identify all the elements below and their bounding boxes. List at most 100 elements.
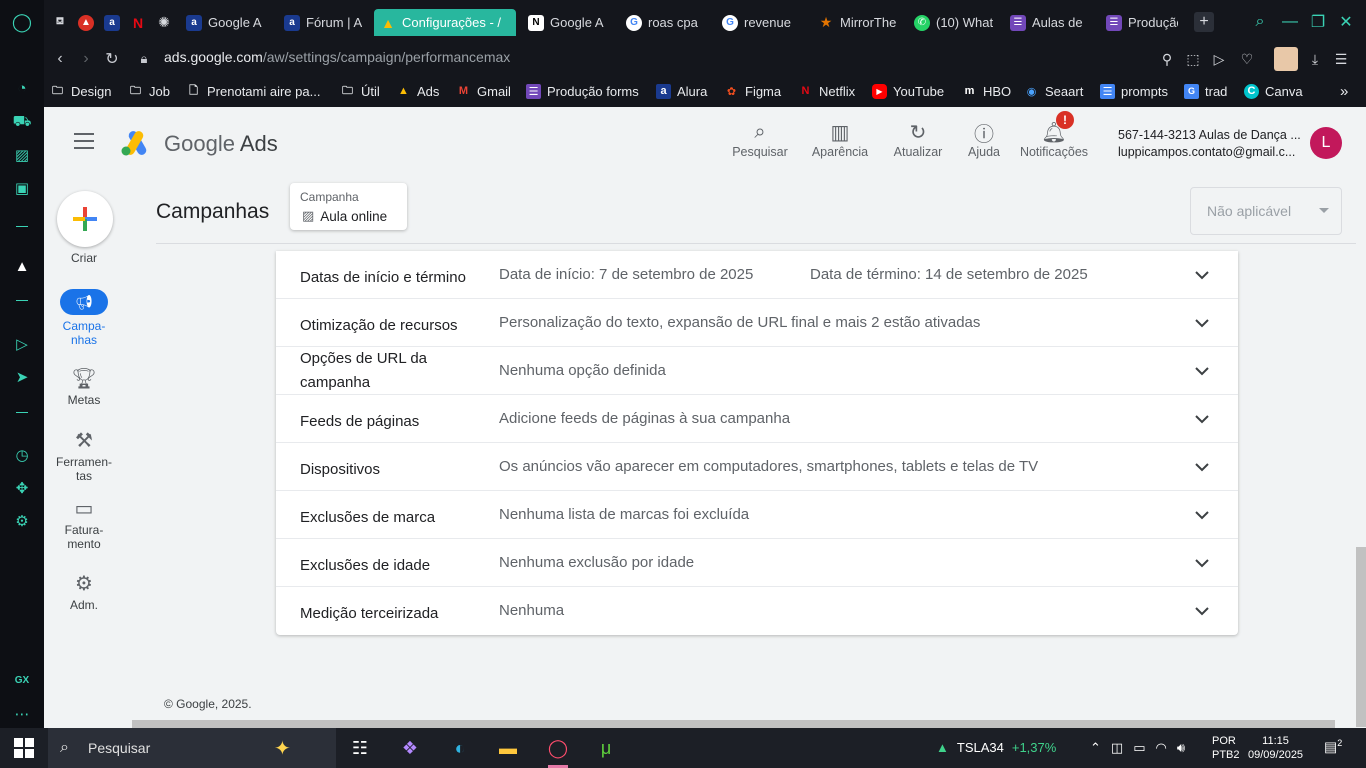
tab-google-ads-alura[interactable]: a Google A [180, 9, 272, 36]
easy-setup-icon[interactable]: ☰ [1332, 50, 1350, 68]
bookmark-producao-forms[interactable]: ☰ Produção forms [526, 81, 639, 101]
keyboard-language[interactable]: POR PTB2 [1212, 734, 1240, 762]
gx-corner-icon[interactable]: ▨ [12, 145, 32, 165]
wifi-icon[interactable]: ◠ [1156, 740, 1167, 756]
bookmark-prenotami[interactable]: 🗋︎ Prenotami aire pa... [186, 81, 320, 101]
tab-app[interactable]: ▲ [72, 9, 100, 36]
bookmarks-overflow-icon[interactable]: » [1340, 81, 1348, 101]
tab-configuracoes[interactable]: ▲ Configurações - / [374, 9, 516, 36]
search-tabs-icon[interactable]: ⌕ [1250, 12, 1270, 32]
tray-chevron-icon[interactable]: ⌃ [1090, 740, 1101, 756]
opera-gx-taskbar-icon[interactable]: ◯ [544, 734, 572, 768]
setting-row-third-party-measurement[interactable]: Medição terceirizada Nenhuma [276, 587, 1238, 635]
profile-avatar[interactable] [1274, 47, 1298, 71]
bookmark-canva[interactable]: C Canva [1244, 81, 1303, 101]
back-button[interactable]: ‹ [50, 49, 70, 69]
campaign-selector[interactable]: Campanha ▨ Aula online [290, 183, 407, 230]
lock-icon[interactable]: 🔒︎ [134, 49, 154, 69]
reload-button[interactable]: ↻ [102, 49, 122, 69]
horizontal-scrollbar[interactable] [132, 720, 1335, 728]
bookmark-seaart[interactable]: ◉ Seaart [1024, 81, 1084, 101]
chevron-down-icon[interactable] [1192, 313, 1212, 333]
tab-mirrorthe[interactable]: ★ MirrorThe [812, 9, 904, 36]
setting-row-devices[interactable]: Dispositivos Os anúncios vão aparecer em… [276, 443, 1238, 491]
close-window-button[interactable]: ✕ [1336, 12, 1356, 32]
bookmark-trad[interactable]: Gtrad [1184, 81, 1227, 101]
opera-logo-icon[interactable]: ◯ [12, 12, 32, 32]
nav-billing[interactable]: ▭ Fatura- mento [44, 495, 124, 551]
task-view-icon[interactable]: ☷ [346, 734, 374, 762]
gx-icon[interactable]: GX [12, 670, 32, 690]
setting-row-url-options[interactable]: Opções de URL da campanha Nenhuma opção … [276, 347, 1238, 395]
tab-whatsapp[interactable]: ✆ (10) What [908, 9, 1002, 36]
tab-aulas-de[interactable]: ☰ Aulas de [1004, 9, 1096, 36]
notification-center-icon[interactable]: ▤2 [1324, 738, 1344, 756]
snapshot-icon[interactable]: ⬚ [1184, 50, 1202, 68]
nav-campaigns[interactable]: 📢︎ Campa- nhas [44, 289, 124, 347]
tab-chatgpt[interactable]: ✺ [150, 9, 178, 36]
forward-button[interactable]: › [76, 49, 96, 69]
nav-tools[interactable]: ⚒ Ferramen- tas [44, 427, 124, 483]
bookmark-netflix[interactable]: N Netflix [798, 81, 856, 101]
nav-goals[interactable]: 🏆︎ Metas [44, 365, 124, 407]
help-action[interactable]: ⓘ Ajuda [944, 119, 1024, 160]
file-explorer-icon[interactable]: ▬ [494, 734, 522, 762]
bookmark-ads[interactable]: ▲ Ads [396, 81, 439, 101]
twitch-icon[interactable]: ▣ [12, 178, 32, 198]
send-icon[interactable]: ➤ [12, 367, 32, 387]
notifications-action[interactable]: 🔔︎! Notificações [1014, 111, 1094, 159]
create-button[interactable] [57, 191, 113, 247]
extensions-icon[interactable]: ✥ [12, 478, 32, 498]
new-tab-button[interactable]: + [1194, 12, 1214, 32]
chevron-down-icon[interactable] [1192, 361, 1212, 381]
taskbar-search[interactable]: ⌕ Pesquisar ✦ [48, 728, 336, 768]
vertical-scrollbar[interactable] [1356, 547, 1366, 727]
not-applicable-select[interactable]: Não aplicável [1190, 187, 1342, 235]
more-icon[interactable]: ⋯ [12, 704, 32, 724]
bookmark-util[interactable]: 🗀︎ Útil [340, 81, 380, 101]
history-icon[interactable]: ◷ [12, 445, 32, 465]
bookmark-prompts[interactable]: ☰ prompts [1100, 81, 1168, 101]
clock[interactable]: 11:15 09/09/2025 [1248, 734, 1303, 762]
tab-alura[interactable]: a [98, 9, 126, 36]
copilot-icon[interactable]: ❖ [396, 734, 424, 762]
gx-control-icon[interactable]: ⛟ [12, 112, 32, 132]
speed-dial-icon[interactable]: ◔ [12, 78, 32, 98]
setting-row-asset-optimization[interactable]: Otimização de recursos Personalização do… [276, 299, 1238, 347]
setting-row-age-exclusions[interactable]: Exclusões de idade Nenhuma exclusão por … [276, 539, 1238, 587]
volume-icon[interactable]: 🔊︎ [1177, 740, 1185, 756]
nav-admin[interactable]: ⚙ Adm. [44, 570, 124, 612]
stock-widget[interactable]: ▲ TSLA34 +1,37% [936, 740, 1056, 755]
download-icon[interactable]: ⤓ [1306, 50, 1324, 68]
tab-forum-alura[interactable]: a Fórum | A [278, 9, 370, 36]
aria-icon[interactable]: ▲ [12, 256, 32, 276]
bookmark-design[interactable]: 🗀︎ Design [50, 81, 111, 101]
pin-icon[interactable]: ⚲ [1158, 50, 1176, 68]
bookmark-figma[interactable]: ✿ Figma [724, 81, 781, 101]
chevron-down-icon[interactable] [1192, 553, 1212, 573]
setting-row-dates[interactable]: Datas de início e término Data de início… [276, 251, 1238, 299]
send-icon[interactable]: ▷ [1210, 50, 1228, 68]
chevron-down-icon[interactable] [1192, 409, 1212, 429]
tab-revenue[interactable]: Grevenue [716, 9, 808, 36]
setting-row-brand-exclusions[interactable]: Exclusões de marca Nenhuma lista de marc… [276, 491, 1238, 539]
hamburger-menu-icon[interactable] [74, 133, 94, 149]
tab-roas-cpa[interactable]: Groas cpa [620, 9, 712, 36]
tab-producao[interactable]: ☰Produção [1100, 9, 1184, 36]
chevron-down-icon[interactable] [1192, 265, 1212, 285]
bookmark-hbo[interactable]: m HBO [962, 81, 1012, 101]
account-info[interactable]: 567-144-3213 Aulas de Dança ... luppicam… [1118, 127, 1301, 161]
maximize-button[interactable]: ❐ [1308, 12, 1328, 32]
chevron-down-icon[interactable] [1192, 457, 1212, 477]
bookmark-youtube[interactable]: ▶ YouTube [872, 81, 944, 101]
bookmark-gmail[interactable]: M Gmail [456, 81, 511, 101]
settings-icon[interactable]: ⚙ [12, 511, 32, 531]
heart-icon[interactable]: ♡ [1238, 50, 1256, 68]
bookmark-job[interactable]: 🗀︎ Job [128, 81, 170, 101]
battery-icon[interactable]: ▭ [1133, 740, 1145, 756]
bookmark-alura[interactable]: a Alura [656, 81, 707, 101]
player-icon[interactable]: ▷ [12, 334, 32, 354]
google-ads-logo-text[interactable]: Google Ads [164, 131, 278, 157]
search-action[interactable]: ⌕ Pesquisar [720, 119, 800, 160]
tab-netflix[interactable]: N [124, 9, 152, 36]
